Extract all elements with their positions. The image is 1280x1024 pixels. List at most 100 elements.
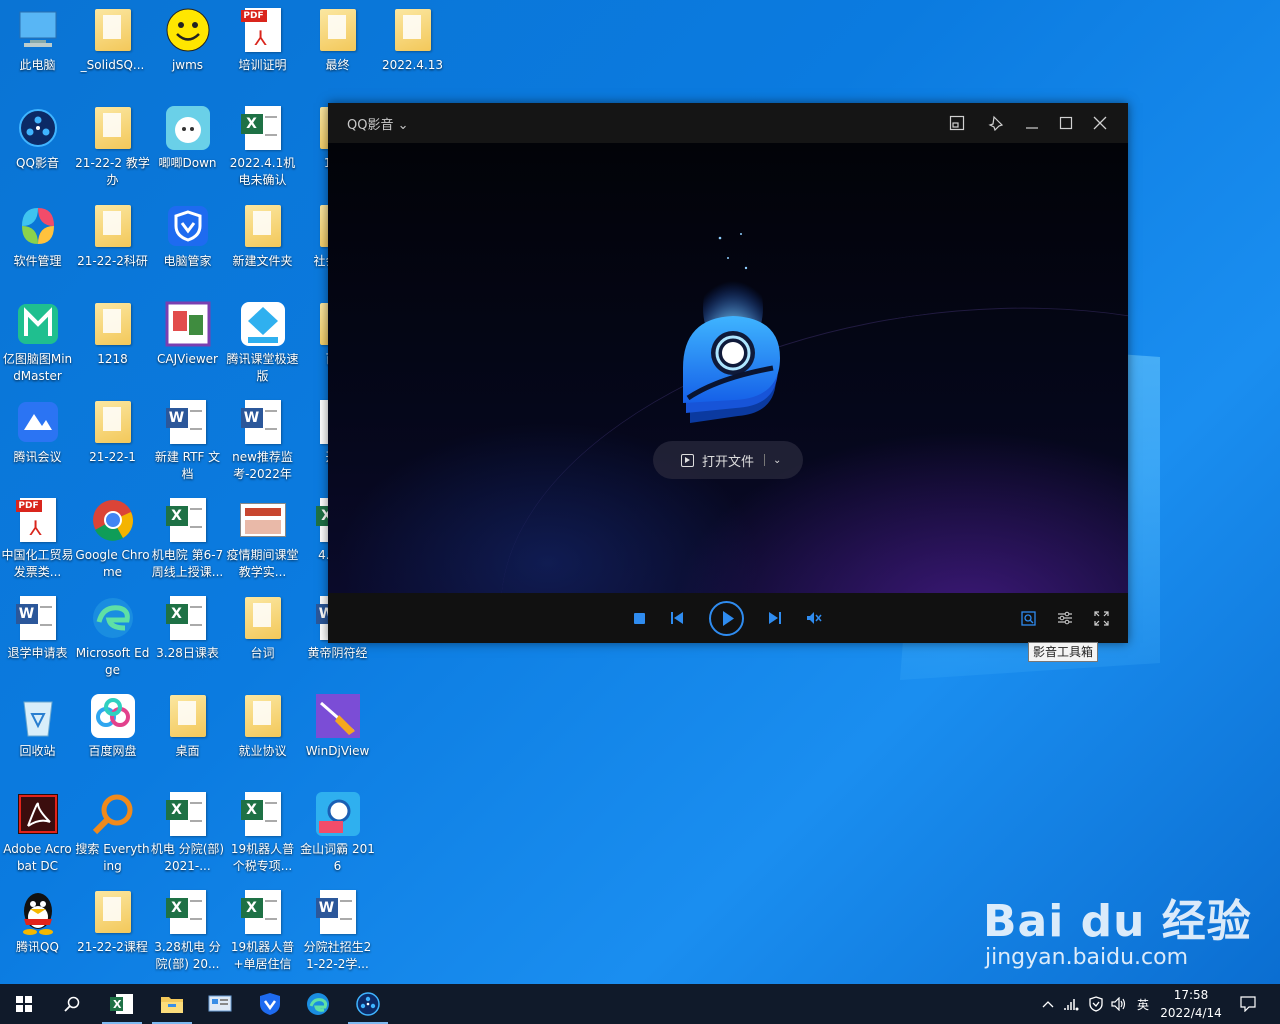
desktop-icon-label: 21-22-2科研 <box>77 254 148 268</box>
desktop-icon[interactable]: 腾讯QQ <box>0 882 75 976</box>
desktop-icon[interactable]: 1218 <box>75 294 150 388</box>
ppt-icon <box>239 496 287 544</box>
desktop-icon[interactable]: PDF ⅄ 中国化工贸易 发票类... <box>0 490 75 584</box>
desktop-icon[interactable]: 21-22-2科研 <box>75 196 150 290</box>
qq-player-window[interactable]: QQ影音 ⌄ 打开文件 ⌄ <box>328 103 1128 643</box>
taskbar-file-explorer[interactable] <box>148 984 196 1024</box>
skip-previous-icon <box>671 612 683 624</box>
desktop-icon[interactable]: QQ影音 <box>0 98 75 192</box>
desktop-icon[interactable]: X 机电 分院(部) 2021-... <box>150 784 225 878</box>
desktop-icon[interactable]: Wnew推荐监考-2022年提... <box>225 392 300 486</box>
toolbox-button[interactable] <box>1018 609 1038 627</box>
folder-pdf-icon <box>239 692 287 740</box>
play-button[interactable] <box>708 600 745 637</box>
desktop-icon[interactable]: 21-22-2课程 <box>75 882 150 976</box>
show-hidden-icons-button[interactable] <box>1038 984 1058 1024</box>
pin-button[interactable] <box>984 111 1008 135</box>
desktop-icon[interactable]: 2022.4.13 <box>375 0 450 94</box>
mini-mode-icon <box>949 115 965 131</box>
taskbar-edge[interactable] <box>294 984 342 1024</box>
desktop-icon[interactable]: 金山词霸 2016 <box>300 784 375 878</box>
desktop-icon[interactable]: 21-22-2 教学办 <box>75 98 150 192</box>
desktop-icon[interactable]: _SolidSQ... <box>75 0 150 94</box>
desktop-icon[interactable]: Adobe Acrobat DC <box>0 784 75 878</box>
open-file-dropdown[interactable]: ⌄ <box>773 455 781 466</box>
input-method-button[interactable]: 英 <box>1132 984 1154 1024</box>
taskbar-control-panel[interactable] <box>196 984 244 1024</box>
taskbar-excel[interactable]: X <box>98 984 146 1024</box>
desktop-icon[interactable]: 桌面 <box>150 686 225 780</box>
desktop-icon[interactable]: 新建文件夹 <box>225 196 300 290</box>
mindmaster-icon <box>14 300 62 348</box>
desktop-icon[interactable]: X 3.28机电 分院(部) 20... <box>150 882 225 976</box>
desktop-icon[interactable]: 百度网盘 <box>75 686 150 780</box>
network-button[interactable] <box>1062 984 1082 1024</box>
desktop-icon-label: Microsoft Edge <box>75 646 150 677</box>
sliders-icon <box>1058 611 1072 625</box>
desktop-icon[interactable]: Google Chrome <box>75 490 150 584</box>
maximize-button[interactable] <box>1054 111 1078 135</box>
desktop-icon[interactable]: X 机电院 第6-7周线上授课... <box>150 490 225 584</box>
desktop-icon-label: 最终 <box>325 58 350 72</box>
desktop-icon[interactable]: 唧唧Down <box>150 98 225 192</box>
desktop-icon[interactable]: W 分院社招生21-22-2学... <box>300 882 375 976</box>
start-button[interactable] <box>0 984 48 1024</box>
desktop-icon[interactable]: 腾讯课堂极速版 <box>225 294 300 388</box>
desktop-icon[interactable]: 就业协议 <box>225 686 300 780</box>
app-menu-button[interactable]: QQ影音 ⌄ <box>347 114 409 133</box>
mute-button[interactable] <box>804 609 824 627</box>
taskbar-qq-player[interactable] <box>344 984 392 1024</box>
baidu-watermark: Bai du 经验 jingyan.baidu.com <box>983 885 1252 970</box>
desktop-icon[interactable]: 电脑管家 <box>150 196 225 290</box>
desktop-icon[interactable]: 此电脑 <box>0 0 75 94</box>
desktop-icon[interactable]: 最终 <box>300 0 375 94</box>
previous-button[interactable] <box>667 609 687 627</box>
desktop-icon[interactable]: jwms <box>150 0 225 94</box>
minimize-button[interactable] <box>1020 111 1044 135</box>
action-center-button[interactable] <box>1234 984 1262 1024</box>
desktop-icon[interactable]: W 退学申请表 <box>0 588 75 682</box>
stop-button[interactable] <box>631 610 647 626</box>
search-button[interactable] <box>48 984 96 1024</box>
settings-button[interactable] <box>1055 609 1075 627</box>
video-area[interactable]: 打开文件 ⌄ <box>328 143 1128 593</box>
desktop-icon[interactable]: 台词 <box>225 588 300 682</box>
maximize-icon <box>1059 116 1073 130</box>
desktop-icon[interactable]: 回收站 <box>0 686 75 780</box>
desktop-icon[interactable]: WinDjView <box>300 686 375 780</box>
folder-icon <box>89 888 137 936</box>
qqplayer-icon <box>14 104 62 152</box>
desktop-icon-label: 培训证明 <box>238 58 287 72</box>
desktop-icon[interactable]: 搜索 Everything <box>75 784 150 878</box>
desktop-icon[interactable]: 软件管理 <box>0 196 75 290</box>
fullscreen-button[interactable] <box>1091 609 1111 627</box>
taskbar-pc-manager[interactable] <box>246 984 294 1024</box>
desktop-icon[interactable]: 腾讯会议 <box>0 392 75 486</box>
desktop-icon[interactable]: X 19机器人普+单居住信息... <box>225 882 300 976</box>
softmgr-icon <box>14 202 62 250</box>
desktop-icon[interactable]: X 3.28日课表 <box>150 588 225 682</box>
everything-icon <box>89 790 137 838</box>
mini-mode-button[interactable] <box>945 111 969 135</box>
desktop-icon[interactable]: Microsoft Edge <box>75 588 150 682</box>
open-file-button[interactable]: 打开文件 ⌄ <box>653 441 803 479</box>
desktop-icon[interactable]: PDF ⅄ 培训证明 <box>225 0 300 94</box>
close-button[interactable] <box>1088 111 1112 135</box>
volume-button[interactable] <box>1108 984 1130 1024</box>
player-titlebar[interactable]: QQ影音 ⌄ <box>328 103 1128 143</box>
desktop-icon[interactable]: X 2022.4.1机电未确认 <box>225 98 300 192</box>
desktop-icon[interactable]: CAJViewer <box>150 294 225 388</box>
desktop-icon[interactable]: 亿图脑图MindMaster <box>0 294 75 388</box>
clock[interactable]: 17:58 2022/4/14 <box>1158 986 1224 1022</box>
desktop-icon[interactable]: X 19机器人普个税专项... <box>225 784 300 878</box>
watermark-main: Bai du 经验 <box>983 896 1252 947</box>
excel-icon: X <box>164 594 212 642</box>
desktop-icon[interactable]: 21-22-1 <box>75 392 150 486</box>
desktop-icon-label: 桌面 <box>175 744 200 758</box>
minimize-icon <box>1026 127 1038 129</box>
security-tray-button[interactable] <box>1086 984 1106 1024</box>
next-button[interactable] <box>765 609 785 627</box>
desktop-icon[interactable]: 疫情期间课堂教学实... <box>225 490 300 584</box>
pc-icon <box>14 6 62 54</box>
desktop-icon[interactable]: W 新建 RTF 文档 <box>150 392 225 486</box>
